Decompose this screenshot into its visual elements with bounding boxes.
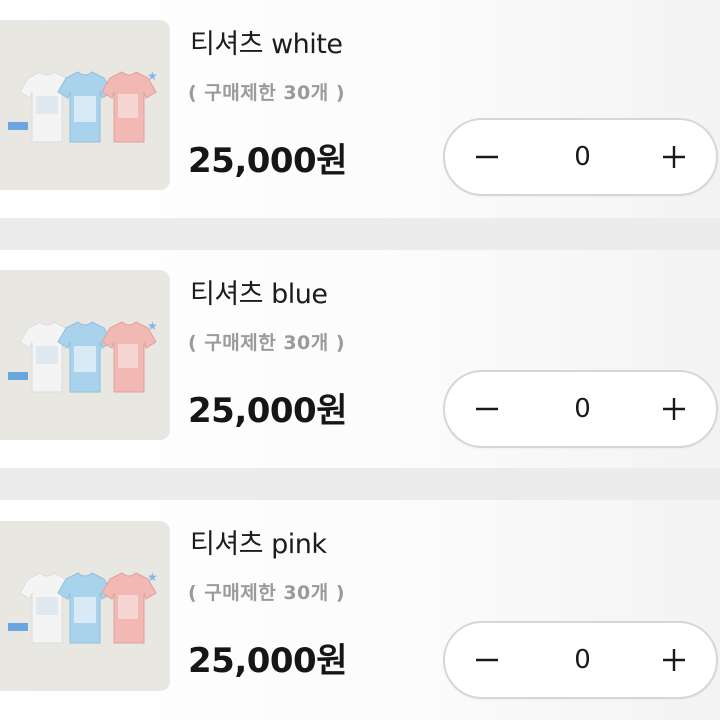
decrease-quantity-button[interactable] xyxy=(447,372,527,446)
product-price: 25,000원 xyxy=(188,641,347,681)
product-price: 25,000원 xyxy=(188,141,347,181)
purchase-limit-text: ( 구매제한 30개 ) xyxy=(188,82,346,104)
product-card-pink: ★ 티셔츠 pink ( 구매제한 30개 ) 25,000원 0 xyxy=(0,500,720,720)
product-card-blue: ★ 티셔츠 blue ( 구매제한 30개 ) 25,000원 0 xyxy=(0,250,720,468)
tshirt-trio-image: ★ xyxy=(8,319,158,393)
minus-icon xyxy=(476,407,498,411)
decrease-quantity-button[interactable] xyxy=(447,120,527,194)
product-list: ★ 티셔츠 white ( 구매제한 30개 ) 25,000원 0 ★ 티셔츠… xyxy=(0,0,720,720)
product-thumbnail[interactable]: ★ xyxy=(0,20,170,190)
product-title: 티셔츠 white xyxy=(190,29,343,60)
product-thumbnail[interactable]: ★ xyxy=(0,521,170,691)
product-price: 25,000원 xyxy=(188,391,347,431)
product-title: 티셔츠 blue xyxy=(190,279,328,310)
decrease-quantity-button[interactable] xyxy=(447,623,527,697)
purchase-limit-text: ( 구매제한 30개 ) xyxy=(188,582,346,604)
quantity-stepper: 0 xyxy=(443,370,718,448)
increase-quantity-button[interactable] xyxy=(634,120,714,194)
product-title: 티셔츠 pink xyxy=(190,529,327,560)
plus-icon xyxy=(663,146,685,168)
svg-text:★: ★ xyxy=(147,319,158,333)
increase-quantity-button[interactable] xyxy=(634,623,714,697)
purchase-limit-text: ( 구매제한 30개 ) xyxy=(188,332,346,354)
minus-icon xyxy=(476,155,498,159)
quantity-value[interactable]: 0 xyxy=(545,120,620,194)
quantity-stepper: 0 xyxy=(443,118,718,196)
increase-quantity-button[interactable] xyxy=(634,372,714,446)
plus-icon xyxy=(663,398,685,420)
plus-icon xyxy=(663,649,685,671)
svg-text:★: ★ xyxy=(147,570,158,584)
tshirt-trio-image: ★ xyxy=(8,570,158,644)
product-card-white: ★ 티셔츠 white ( 구매제한 30개 ) 25,000원 0 xyxy=(0,0,720,218)
product-thumbnail[interactable]: ★ xyxy=(0,270,170,440)
svg-text:★: ★ xyxy=(147,69,158,83)
minus-icon xyxy=(476,658,498,662)
quantity-value[interactable]: 0 xyxy=(545,372,620,446)
quantity-value[interactable]: 0 xyxy=(545,623,620,697)
tshirt-trio-image: ★ xyxy=(8,69,158,143)
quantity-stepper: 0 xyxy=(443,621,718,699)
